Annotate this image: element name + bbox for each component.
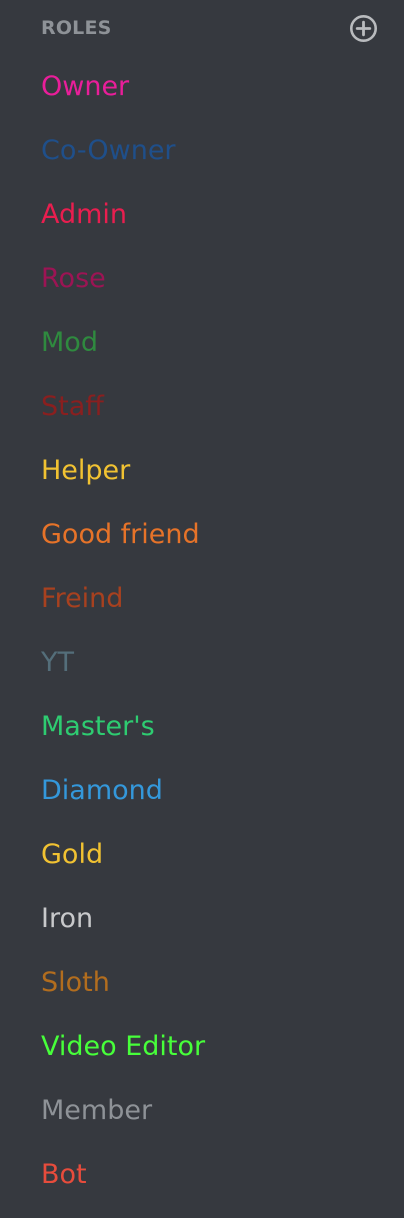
role-label: Bot bbox=[41, 1159, 87, 1190]
role-label: Rose bbox=[41, 263, 106, 294]
role-label: Owner bbox=[41, 71, 130, 102]
roles-list: Owner Co-Owner Admin Rose Mod Staff Helper Good… bbox=[41, 66, 381, 1218]
add-role-button[interactable] bbox=[348, 13, 378, 43]
roles-header: ROLES bbox=[41, 14, 377, 42]
role-label: Mod bbox=[41, 327, 98, 358]
roles-panel: ROLES Owner Co-Owner Admin Rose Mod Staff Help… bbox=[0, 0, 404, 1206]
role-item[interactable]: Co-Owner bbox=[41, 130, 381, 194]
role-item[interactable]: Sloth bbox=[41, 962, 381, 1026]
role-item[interactable]: Staff bbox=[41, 386, 381, 450]
role-item[interactable]: Diamond bbox=[41, 770, 381, 834]
role-label: Iron bbox=[41, 903, 94, 934]
role-item[interactable]: Good friend bbox=[41, 514, 381, 578]
role-item[interactable]: Helper bbox=[41, 450, 381, 514]
role-label: Staff bbox=[41, 391, 104, 422]
role-label: YT bbox=[41, 647, 74, 678]
role-label: Master's bbox=[41, 711, 155, 742]
role-item[interactable]: Master's bbox=[41, 706, 381, 770]
role-label: Admin bbox=[41, 199, 128, 230]
role-item[interactable]: Video Editor bbox=[41, 1026, 381, 1090]
role-item[interactable]: Iron bbox=[41, 898, 381, 962]
role-item[interactable]: Gold bbox=[41, 834, 381, 898]
role-label: Co-Owner bbox=[41, 135, 176, 166]
role-item[interactable]: Admin bbox=[41, 194, 381, 258]
role-label: Member bbox=[41, 1095, 153, 1126]
role-item[interactable]: Rose bbox=[41, 258, 381, 322]
role-label: Freind bbox=[41, 583, 124, 614]
role-item[interactable]: Mod bbox=[41, 322, 381, 386]
role-label: Gold bbox=[41, 839, 104, 870]
role-label: Good friend bbox=[41, 519, 200, 550]
role-label: Video Editor bbox=[41, 1031, 206, 1062]
role-item[interactable]: Member bbox=[41, 1090, 381, 1154]
roles-title: ROLES bbox=[41, 17, 112, 39]
role-label: Diamond bbox=[41, 775, 163, 806]
role-label: Helper bbox=[41, 455, 131, 486]
role-label: Sloth bbox=[41, 967, 110, 998]
role-item[interactable]: YT bbox=[41, 642, 381, 706]
role-item[interactable]: Bot bbox=[41, 1154, 381, 1218]
role-item[interactable]: Owner bbox=[41, 66, 381, 130]
plus-circle-icon bbox=[349, 14, 378, 43]
role-item[interactable]: Freind bbox=[41, 578, 381, 642]
